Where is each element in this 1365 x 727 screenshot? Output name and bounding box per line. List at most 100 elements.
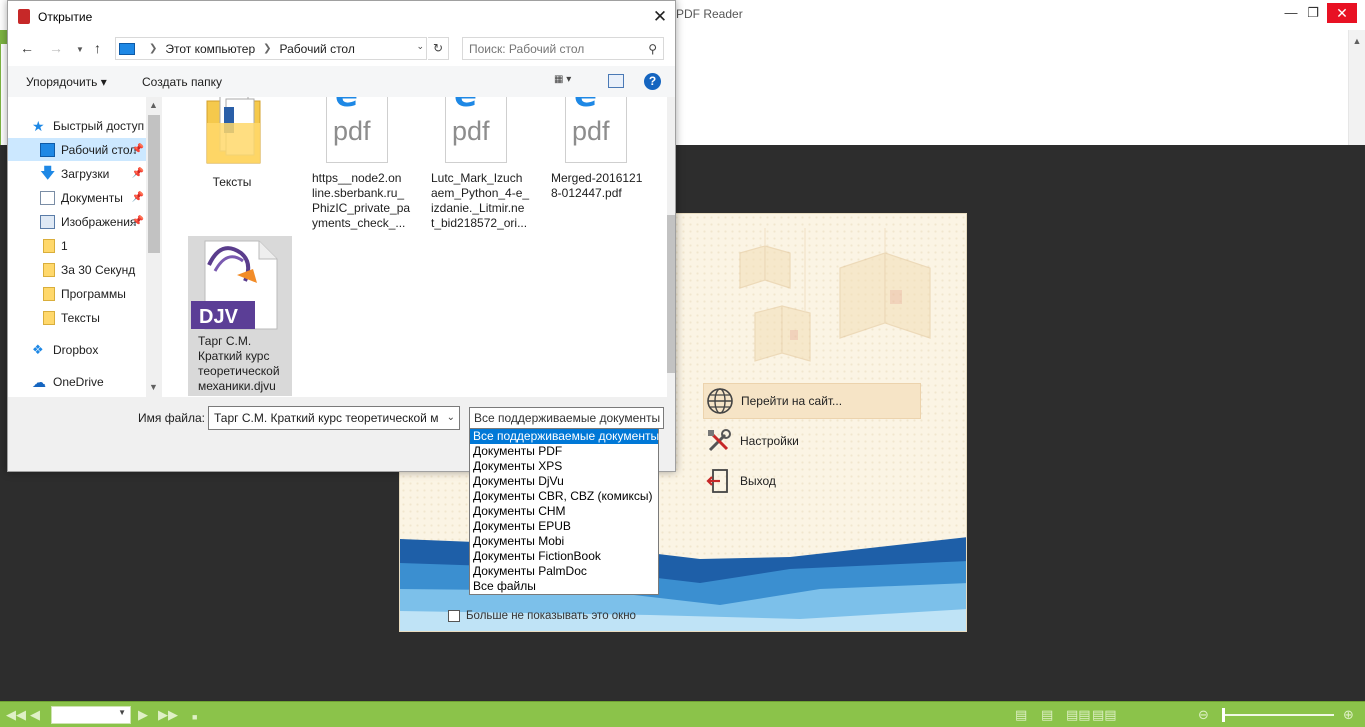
zoom-slider[interactable] bbox=[1224, 714, 1334, 716]
filename-input[interactable]: Тарг С.М. Краткий курс теоретической м ⌄ bbox=[208, 406, 460, 430]
file-type-option[interactable]: Документы EPUB bbox=[470, 519, 658, 534]
zoom-slider-knob[interactable] bbox=[1222, 708, 1225, 722]
chevron-down-icon[interactable]: ⌄ bbox=[416, 41, 424, 52]
stop-icon[interactable]: ■ bbox=[192, 710, 197, 724]
up-arrow-icon[interactable]: ↑ bbox=[94, 40, 101, 56]
desktop-icon bbox=[40, 142, 55, 157]
prev-page-icon[interactable]: ◀ bbox=[30, 708, 40, 722]
dialog-close-button[interactable]: ✕ bbox=[648, 6, 672, 28]
maximize-button[interactable]: ❐ bbox=[1300, 3, 1326, 23]
edge-logo-icon: e bbox=[454, 97, 477, 112]
organize-button[interactable]: Упорядочить ▾ bbox=[26, 75, 107, 89]
continuous-view-icon[interactable]: ▤ bbox=[1041, 708, 1053, 722]
nav-folder-1[interactable]: 1 bbox=[8, 234, 146, 257]
nav-pictures[interactable]: Изображения 📌 bbox=[8, 210, 146, 233]
folder-icon bbox=[206, 97, 261, 164]
refresh-button[interactable]: ↻ bbox=[428, 37, 449, 60]
file-type-option[interactable]: Документы FictionBook bbox=[470, 549, 658, 564]
scroll-thumb[interactable] bbox=[148, 115, 160, 253]
pictures-icon bbox=[40, 214, 55, 229]
pdf-icon: e pdf bbox=[565, 97, 627, 163]
file-name: Тексты bbox=[212, 175, 252, 189]
file-item-pdf-lutz-python[interactable]: e pdf Lutc_Mark_Izuch aem_Python_4-e_ iz… bbox=[431, 97, 535, 231]
file-type-select[interactable]: Все поддерживаемые документы bbox=[469, 407, 664, 429]
file-type-option[interactable]: Документы PDF bbox=[470, 444, 658, 459]
filename-value: Тарг С.М. Краткий курс теоретической м bbox=[214, 411, 439, 425]
zoom-out-icon[interactable]: ⊖ bbox=[1198, 708, 1209, 722]
preview-pane-icon[interactable] bbox=[608, 74, 624, 88]
nav-pane-scrollbar[interactable]: ▲ ▼ bbox=[146, 97, 162, 397]
forward-arrow-icon[interactable]: → bbox=[49, 40, 63, 56]
next-page-icon[interactable]: ▶ bbox=[138, 708, 148, 722]
recent-locations-icon[interactable]: ▼ bbox=[76, 45, 84, 54]
nav-folder-texts[interactable]: Тексты bbox=[8, 306, 146, 329]
checkbox-box[interactable] bbox=[448, 610, 460, 622]
nav-desktop[interactable]: Рабочий стол 📌 bbox=[8, 138, 146, 161]
page-number-input[interactable]: ▼ bbox=[51, 706, 131, 724]
file-pane-scrollbar[interactable] bbox=[667, 97, 675, 397]
dialog-titlebar bbox=[8, 1, 675, 32]
nav-quick-access[interactable]: ★ Быстрый доступ bbox=[32, 114, 146, 137]
folder-icon bbox=[43, 310, 55, 325]
filename-label: Имя файла: bbox=[138, 411, 205, 425]
pin-icon: 📌 bbox=[131, 216, 144, 227]
facing-continuous-view-icon[interactable]: ▤▤ bbox=[1092, 708, 1117, 722]
facing-view-icon[interactable]: ▤▤ bbox=[1066, 708, 1091, 722]
file-name: https__node2.on line.sberbank.ru_ PhizIC… bbox=[312, 171, 411, 230]
breadcrumb-this-pc[interactable]: Этот компьютер bbox=[165, 42, 255, 56]
app-close-button[interactable]: ✕ bbox=[1327, 3, 1357, 23]
search-input[interactable] bbox=[469, 38, 639, 59]
exit-button[interactable]: Выход bbox=[703, 463, 921, 499]
breadcrumb-desktop[interactable]: Рабочий стол bbox=[280, 42, 355, 56]
globe-icon bbox=[704, 385, 736, 417]
file-type-option[interactable]: Документы DjVu bbox=[470, 474, 658, 489]
last-page-icon[interactable]: ▶▶ bbox=[158, 708, 178, 722]
single-page-view-icon[interactable]: ▤ bbox=[1015, 708, 1027, 722]
nav-folder-30-seconds[interactable]: За 30 Секунд bbox=[8, 258, 146, 281]
folder-icon bbox=[43, 286, 55, 301]
nav-downloads[interactable]: 🡇 Загрузки 📌 bbox=[8, 162, 146, 185]
file-name: Тарг С.М. Краткий курс теоретической мех… bbox=[198, 334, 280, 393]
nav-folder-programs[interactable]: Программы bbox=[8, 282, 146, 305]
search-box[interactable]: ⚲ bbox=[462, 37, 664, 60]
scroll-down-icon[interactable]: ▼ bbox=[149, 382, 158, 392]
file-type-option[interactable]: Документы Mobi bbox=[470, 534, 658, 549]
file-item-pdf-merged[interactable]: e pdf Merged-2016121 8-012447.pdf bbox=[551, 97, 655, 201]
goto-site-button[interactable]: Перейти на сайт... bbox=[703, 383, 921, 419]
help-icon[interactable]: ? bbox=[644, 73, 661, 90]
nav-documents[interactable]: Документы 📌 bbox=[8, 186, 146, 209]
file-type-option[interactable]: Все поддерживаемые документы bbox=[470, 429, 659, 444]
navigation-bar: ← → ▼ ↑ ❯ Этот компьютер ❯ Рабочий стол … bbox=[8, 32, 675, 66]
ribbon-scroll[interactable]: ▲ bbox=[1348, 30, 1365, 145]
change-view-icon[interactable]: ▦ ▾ bbox=[554, 74, 582, 90]
file-list-pane: Тексты e pdf https__node2.on line.sberba… bbox=[162, 97, 675, 397]
pin-icon: 📌 bbox=[131, 144, 144, 155]
pin-icon: 📌 bbox=[131, 192, 144, 203]
navigation-pane: ★ Быстрый доступ Рабочий стол 📌 🡇 Загруз… bbox=[8, 97, 162, 397]
scroll-up-icon[interactable]: ▲ bbox=[149, 100, 158, 110]
status-bar: ◀◀ ◀ ▼ ▶ ▶▶ ■ ▤ ▤ ▤▤ ▤▤ ⊖ ⊕ bbox=[0, 701, 1365, 727]
first-page-icon[interactable]: ◀◀ bbox=[6, 708, 26, 722]
file-item-pdf-sberbank[interactable]: e pdf https__node2.on line.sberbank.ru_ … bbox=[312, 97, 416, 231]
settings-button[interactable]: Настройки bbox=[703, 423, 921, 459]
dont-show-checkbox[interactable]: Больше не показывать это окно bbox=[448, 610, 636, 622]
folder-icon bbox=[43, 262, 55, 277]
file-item-texts-folder[interactable]: Тексты bbox=[192, 97, 296, 190]
nav-onedrive[interactable]: ☁ OneDrive bbox=[8, 370, 146, 393]
search-icon[interactable]: ⚲ bbox=[648, 42, 657, 56]
back-arrow-icon[interactable]: ← bbox=[20, 40, 34, 56]
file-type-option[interactable]: Документы XPS bbox=[470, 459, 658, 474]
chevron-down-icon[interactable]: ⌄ bbox=[447, 407, 455, 429]
file-item-djvu-targ[interactable]: DJV Тарг С.М. Краткий курс теоретической… bbox=[188, 236, 292, 396]
file-type-option[interactable]: Все файлы bbox=[470, 579, 658, 594]
edge-logo-icon: e bbox=[574, 97, 597, 112]
exit-icon bbox=[703, 465, 735, 497]
nav-dropbox[interactable]: ❖ Dropbox bbox=[8, 338, 146, 361]
zoom-in-icon[interactable]: ⊕ bbox=[1343, 708, 1354, 722]
file-name: Merged-2016121 8-012447.pdf bbox=[551, 171, 643, 200]
file-type-option[interactable]: Документы PalmDoc bbox=[470, 564, 658, 579]
file-type-option[interactable]: Документы CHM bbox=[470, 504, 658, 519]
file-type-option[interactable]: Документы CBR, CBZ (комиксы) bbox=[470, 489, 658, 504]
address-bar[interactable]: ❯ Этот компьютер ❯ Рабочий стол ⌄ bbox=[115, 37, 427, 60]
new-folder-button[interactable]: Создать папку bbox=[142, 75, 222, 89]
